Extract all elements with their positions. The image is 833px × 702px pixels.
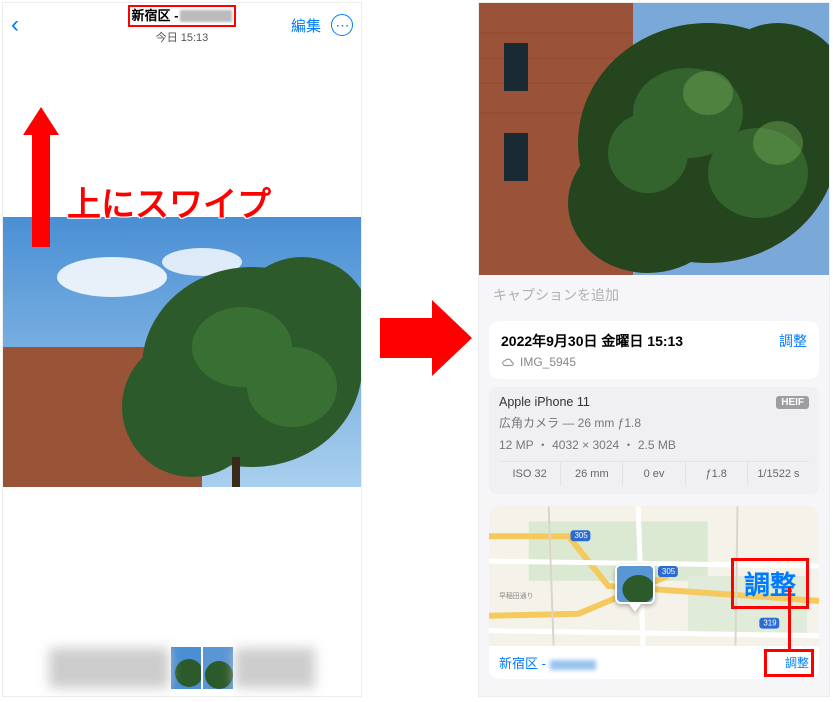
photos-detail-screen: ‹ 新宿区 - 今日 15:13 編集 ⋯ 上にスワイプ <box>2 2 362 697</box>
exif-focal: 26 mm <box>561 462 623 486</box>
thumb-item[interactable] <box>203 647 233 689</box>
location-text: 新宿区 - <box>132 7 179 25</box>
photo-info-screen: キャプションを追加 2022年9月30日 金曜日 15:13 IMG_5945 … <box>478 2 830 697</box>
metadata-card: 2022年9月30日 金曜日 15:13 IMG_5945 調整 <box>489 321 819 379</box>
date-label: 2022年9月30日 金曜日 15:13 <box>501 331 779 351</box>
route-shield: 319 <box>763 619 777 628</box>
main-photo[interactable] <box>3 217 361 487</box>
filename-label: IMG_5945 <box>520 355 576 369</box>
exif-grid: ISO 32 26 mm 0 ev ƒ1.8 1/1522 s <box>499 461 809 486</box>
thumb-blurred <box>49 648 169 688</box>
main-photo[interactable] <box>479 3 829 275</box>
nav-title-location-framed: 新宿区 - <box>128 5 237 27</box>
redacted-text <box>180 10 232 22</box>
thumbnail-strip[interactable] <box>3 644 361 692</box>
swipe-up-arrow-icon <box>27 107 55 247</box>
swipe-hint-text: 上にスワイプ <box>67 177 271 226</box>
adjust-button[interactable]: 調整 <box>779 331 807 351</box>
map-location-link[interactable]: 新宿区 - <box>499 653 596 672</box>
nav-title: 新宿区 - 今日 15:13 <box>102 5 262 45</box>
route-shield: 305 <box>662 567 676 576</box>
exif-ev: 0 ev <box>623 462 685 486</box>
adjust-highlight-box[interactable]: 調整 <box>731 558 809 609</box>
exif-iso: ISO 32 <box>499 462 561 486</box>
nav-subtitle: 今日 15:13 <box>102 29 262 45</box>
nav-actions: 編集 ⋯ <box>291 14 353 36</box>
transition-arrow-icon <box>380 300 472 376</box>
caption-input[interactable]: キャプションを追加 <box>479 275 829 315</box>
redacted-text <box>550 660 596 670</box>
location-map-card: 305 305 319 早稲田通り 調整 新宿区 - 調整 <box>489 506 819 679</box>
thumb-item[interactable] <box>171 647 201 689</box>
camera-info-card: Apple iPhone 11 HEIF 広角カメラ — 26 mm ƒ1.8 … <box>489 387 819 494</box>
road-label: 早稲田通り <box>499 591 534 600</box>
back-chevron-icon[interactable]: ‹ <box>11 11 19 39</box>
annotation-frame <box>764 649 814 677</box>
more-menu-icon[interactable]: ⋯ <box>331 14 353 36</box>
annotation-connector <box>788 587 791 649</box>
lens-label: 広角カメラ — 26 mm ƒ1.8 <box>499 414 809 431</box>
exif-aperture: ƒ1.8 <box>686 462 748 486</box>
swipe-hint-area: 上にスワイプ <box>3 47 361 217</box>
device-label: Apple iPhone 11 <box>499 395 590 409</box>
specs-label: 12 MP ・ 4032 × 3024 ・ 2.5 MB <box>499 436 809 453</box>
edit-button[interactable]: 編集 <box>291 15 321 36</box>
location-pin-icon <box>615 564 655 612</box>
cloud-icon <box>501 355 515 369</box>
exif-shutter: 1/1522 s <box>748 462 809 486</box>
route-shield: 305 <box>574 531 588 540</box>
nav-bar: ‹ 新宿区 - 今日 15:13 編集 ⋯ <box>3 3 361 47</box>
file-row: IMG_5945 <box>501 355 779 369</box>
thumb-blurred <box>235 648 315 688</box>
format-badge: HEIF <box>776 396 809 409</box>
map-view[interactable]: 305 305 319 早稲田通り 調整 <box>489 506 819 646</box>
